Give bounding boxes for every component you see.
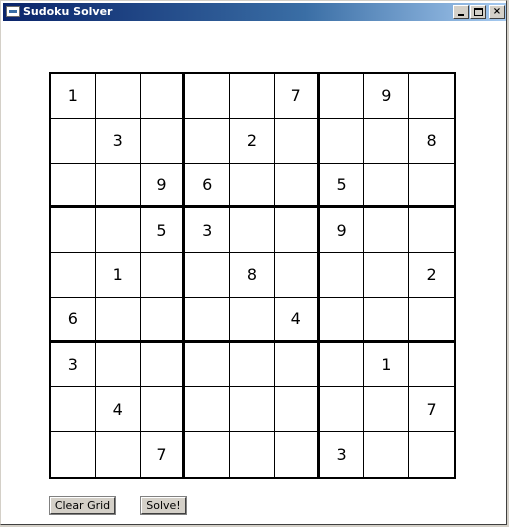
sudoku-cell[interactable]: [364, 297, 410, 343]
sudoku-cell[interactable]: [274, 208, 320, 254]
sudoku-cell[interactable]: [274, 253, 320, 298]
sudoku-cell[interactable]: 1: [364, 342, 410, 388]
sudoku-cell[interactable]: [274, 118, 320, 164]
sudoku-cell[interactable]: 1: [51, 74, 96, 119]
sudoku-cell[interactable]: 3: [185, 208, 231, 254]
sudoku-cell[interactable]: [409, 164, 454, 209]
sudoku-cell[interactable]: [185, 253, 231, 298]
close-icon: ×: [492, 6, 502, 17]
sudoku-cell[interactable]: [274, 387, 320, 433]
sudoku-cell[interactable]: [185, 387, 231, 433]
maximize-button[interactable]: [470, 5, 486, 19]
sudoku-cell[interactable]: [95, 208, 141, 254]
title-bar[interactable]: Sudoku Solver ×: [3, 3, 506, 21]
sudoku-cell[interactable]: [96, 432, 141, 477]
sudoku-cell[interactable]: [364, 163, 410, 209]
sudoku-cell[interactable]: 8: [230, 253, 275, 298]
sudoku-cell[interactable]: [95, 74, 141, 119]
sudoku-cell[interactable]: [51, 208, 96, 254]
clear-grid-button[interactable]: Clear Grid: [50, 497, 115, 514]
sudoku-cell[interactable]: [95, 163, 141, 209]
sudoku-cell[interactable]: [319, 387, 365, 433]
sudoku-cell[interactable]: 5: [140, 208, 186, 254]
sudoku-grid: 17932896553918264314773: [49, 72, 456, 479]
sudoku-cell[interactable]: [230, 297, 275, 343]
sudoku-cell[interactable]: [185, 432, 231, 477]
sudoku-cell[interactable]: 9: [140, 163, 186, 209]
sudoku-cell[interactable]: [409, 298, 454, 343]
app-window: Sudoku Solver × 17932896553918264314773 …: [0, 0, 507, 525]
sudoku-cell[interactable]: [230, 342, 275, 388]
sudoku-cell[interactable]: [140, 74, 186, 119]
close-button[interactable]: ×: [489, 5, 505, 19]
sudoku-cell[interactable]: [274, 342, 320, 388]
sudoku-cell[interactable]: [364, 118, 410, 164]
sudoku-cell[interactable]: [364, 387, 410, 433]
sudoku-cell[interactable]: [230, 387, 275, 433]
sudoku-cell[interactable]: 2: [409, 253, 454, 298]
sudoku-cell[interactable]: [319, 74, 365, 119]
sudoku-cell[interactable]: 3: [320, 432, 365, 477]
sudoku-cell[interactable]: [319, 118, 365, 164]
sudoku-cell[interactable]: [364, 208, 410, 254]
sudoku-cell[interactable]: [409, 343, 454, 388]
sudoku-cell[interactable]: 2: [230, 118, 275, 164]
sudoku-cell[interactable]: [319, 297, 365, 343]
sudoku-cell[interactable]: 8: [409, 119, 454, 164]
window-title: Sudoku Solver: [23, 5, 113, 18]
sudoku-cell[interactable]: 6: [185, 163, 231, 209]
sudoku-cell[interactable]: [319, 253, 365, 298]
sudoku-cell[interactable]: 4: [274, 297, 320, 343]
sudoku-cell[interactable]: [185, 297, 231, 343]
sudoku-cell[interactable]: [51, 387, 96, 433]
sudoku-cell[interactable]: 7: [274, 74, 320, 119]
sudoku-cell[interactable]: [364, 432, 410, 477]
sudoku-cell[interactable]: [185, 342, 231, 388]
sudoku-cell[interactable]: [409, 432, 454, 477]
sudoku-cell[interactable]: 9: [319, 208, 365, 254]
sudoku-cell[interactable]: [95, 297, 141, 343]
sudoku-cell[interactable]: [230, 74, 275, 119]
sudoku-cell[interactable]: [140, 253, 186, 298]
app-window-icon: [6, 6, 20, 17]
sudoku-cell[interactable]: 3: [95, 118, 141, 164]
sudoku-cell[interactable]: [185, 118, 231, 164]
sudoku-cell[interactable]: [51, 118, 96, 164]
solve-button[interactable]: Solve!: [141, 497, 186, 514]
sudoku-cell[interactable]: [51, 163, 96, 209]
sudoku-cell[interactable]: [51, 432, 96, 477]
sudoku-cell[interactable]: [185, 74, 231, 119]
sudoku-cell[interactable]: 7: [141, 432, 186, 477]
sudoku-cell[interactable]: 3: [51, 342, 96, 388]
sudoku-cell[interactable]: 1: [95, 253, 141, 298]
sudoku-cell[interactable]: [140, 387, 186, 433]
sudoku-cell[interactable]: [364, 253, 410, 298]
sudoku-cell[interactable]: 7: [409, 387, 454, 433]
minimize-button[interactable]: [453, 5, 469, 19]
sudoku-cell[interactable]: [409, 208, 454, 254]
sudoku-cell[interactable]: [230, 208, 275, 254]
sudoku-cell[interactable]: 4: [95, 387, 141, 433]
sudoku-cell[interactable]: [140, 297, 186, 343]
sudoku-cell[interactable]: [274, 163, 320, 209]
sudoku-cell[interactable]: [140, 342, 186, 388]
sudoku-cell[interactable]: [275, 432, 320, 477]
sudoku-cell[interactable]: [230, 163, 275, 209]
sudoku-cell[interactable]: 9: [364, 74, 410, 119]
sudoku-cell[interactable]: 6: [51, 297, 96, 343]
sudoku-cell[interactable]: 5: [319, 163, 365, 209]
sudoku-cell[interactable]: [51, 253, 96, 298]
sudoku-cell[interactable]: [230, 432, 275, 477]
sudoku-cell[interactable]: [319, 342, 365, 388]
maximize-icon: [474, 8, 483, 16]
sudoku-cell[interactable]: [409, 74, 454, 119]
sudoku-cell[interactable]: [95, 342, 141, 388]
minimize-icon: [458, 14, 464, 16]
sudoku-cell[interactable]: [140, 118, 186, 164]
